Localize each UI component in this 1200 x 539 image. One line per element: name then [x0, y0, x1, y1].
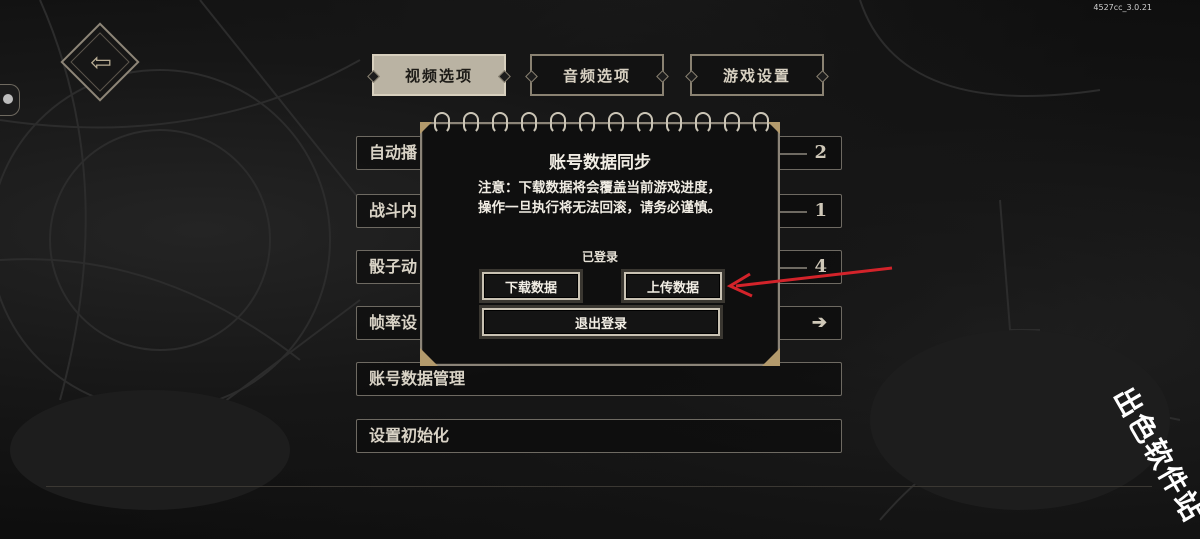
dialog-warning-text: 注意：下载数据将会覆盖当前游戏进度，操作一旦执行将无法回滚，请务必谨慎。	[478, 180, 721, 216]
notebook-rings	[434, 112, 774, 142]
setting-value: 1	[814, 200, 827, 221]
tab-audio[interactable]: 音频选项	[530, 54, 664, 96]
side-chat-tab[interactable]	[0, 84, 20, 116]
back-arrow-icon[interactable]: ⇦	[86, 48, 116, 78]
dialog-title: 账号数据同步	[549, 153, 651, 173]
slider-track[interactable]	[779, 153, 807, 155]
upload-data-button[interactable]: 上传数据	[624, 272, 722, 300]
download-data-button[interactable]: 下载数据	[482, 272, 580, 300]
setting-label: 账号数据管理	[369, 369, 466, 388]
setting-label: 自动播	[369, 143, 418, 162]
setting-row-account-data[interactable]: 账号数据管理	[356, 362, 842, 396]
corner-ornament	[762, 348, 780, 366]
corner-ornament	[420, 348, 438, 366]
setting-label: 战斗内	[369, 201, 418, 220]
divider	[46, 486, 1152, 487]
slider-track[interactable]	[779, 211, 807, 213]
tab-game[interactable]: 游戏设置	[690, 54, 824, 96]
logout-button[interactable]: 退出登录	[482, 308, 720, 336]
setting-row-reset[interactable]: 设置初始化	[356, 419, 842, 453]
setting-value: 2	[814, 142, 827, 163]
annotation-arrow-icon	[726, 266, 893, 298]
tab-video[interactable]: 视频选项	[372, 54, 506, 96]
corner-ornament	[420, 122, 432, 134]
version-label: 4527cc_3.0.21	[1093, 3, 1152, 12]
corner-ornament	[768, 122, 780, 134]
setting-label: 骰子动	[369, 257, 418, 276]
setting-label: 帧率设	[369, 313, 418, 332]
chevron-right-icon[interactable]: ➔	[812, 307, 827, 339]
account-sync-dialog: 账号数据同步 注意：下载数据将会覆盖当前游戏进度，操作一旦执行将无法回滚，请务必…	[420, 112, 780, 366]
setting-label: 设置初始化	[369, 426, 450, 445]
chat-bubble-icon	[3, 94, 13, 104]
